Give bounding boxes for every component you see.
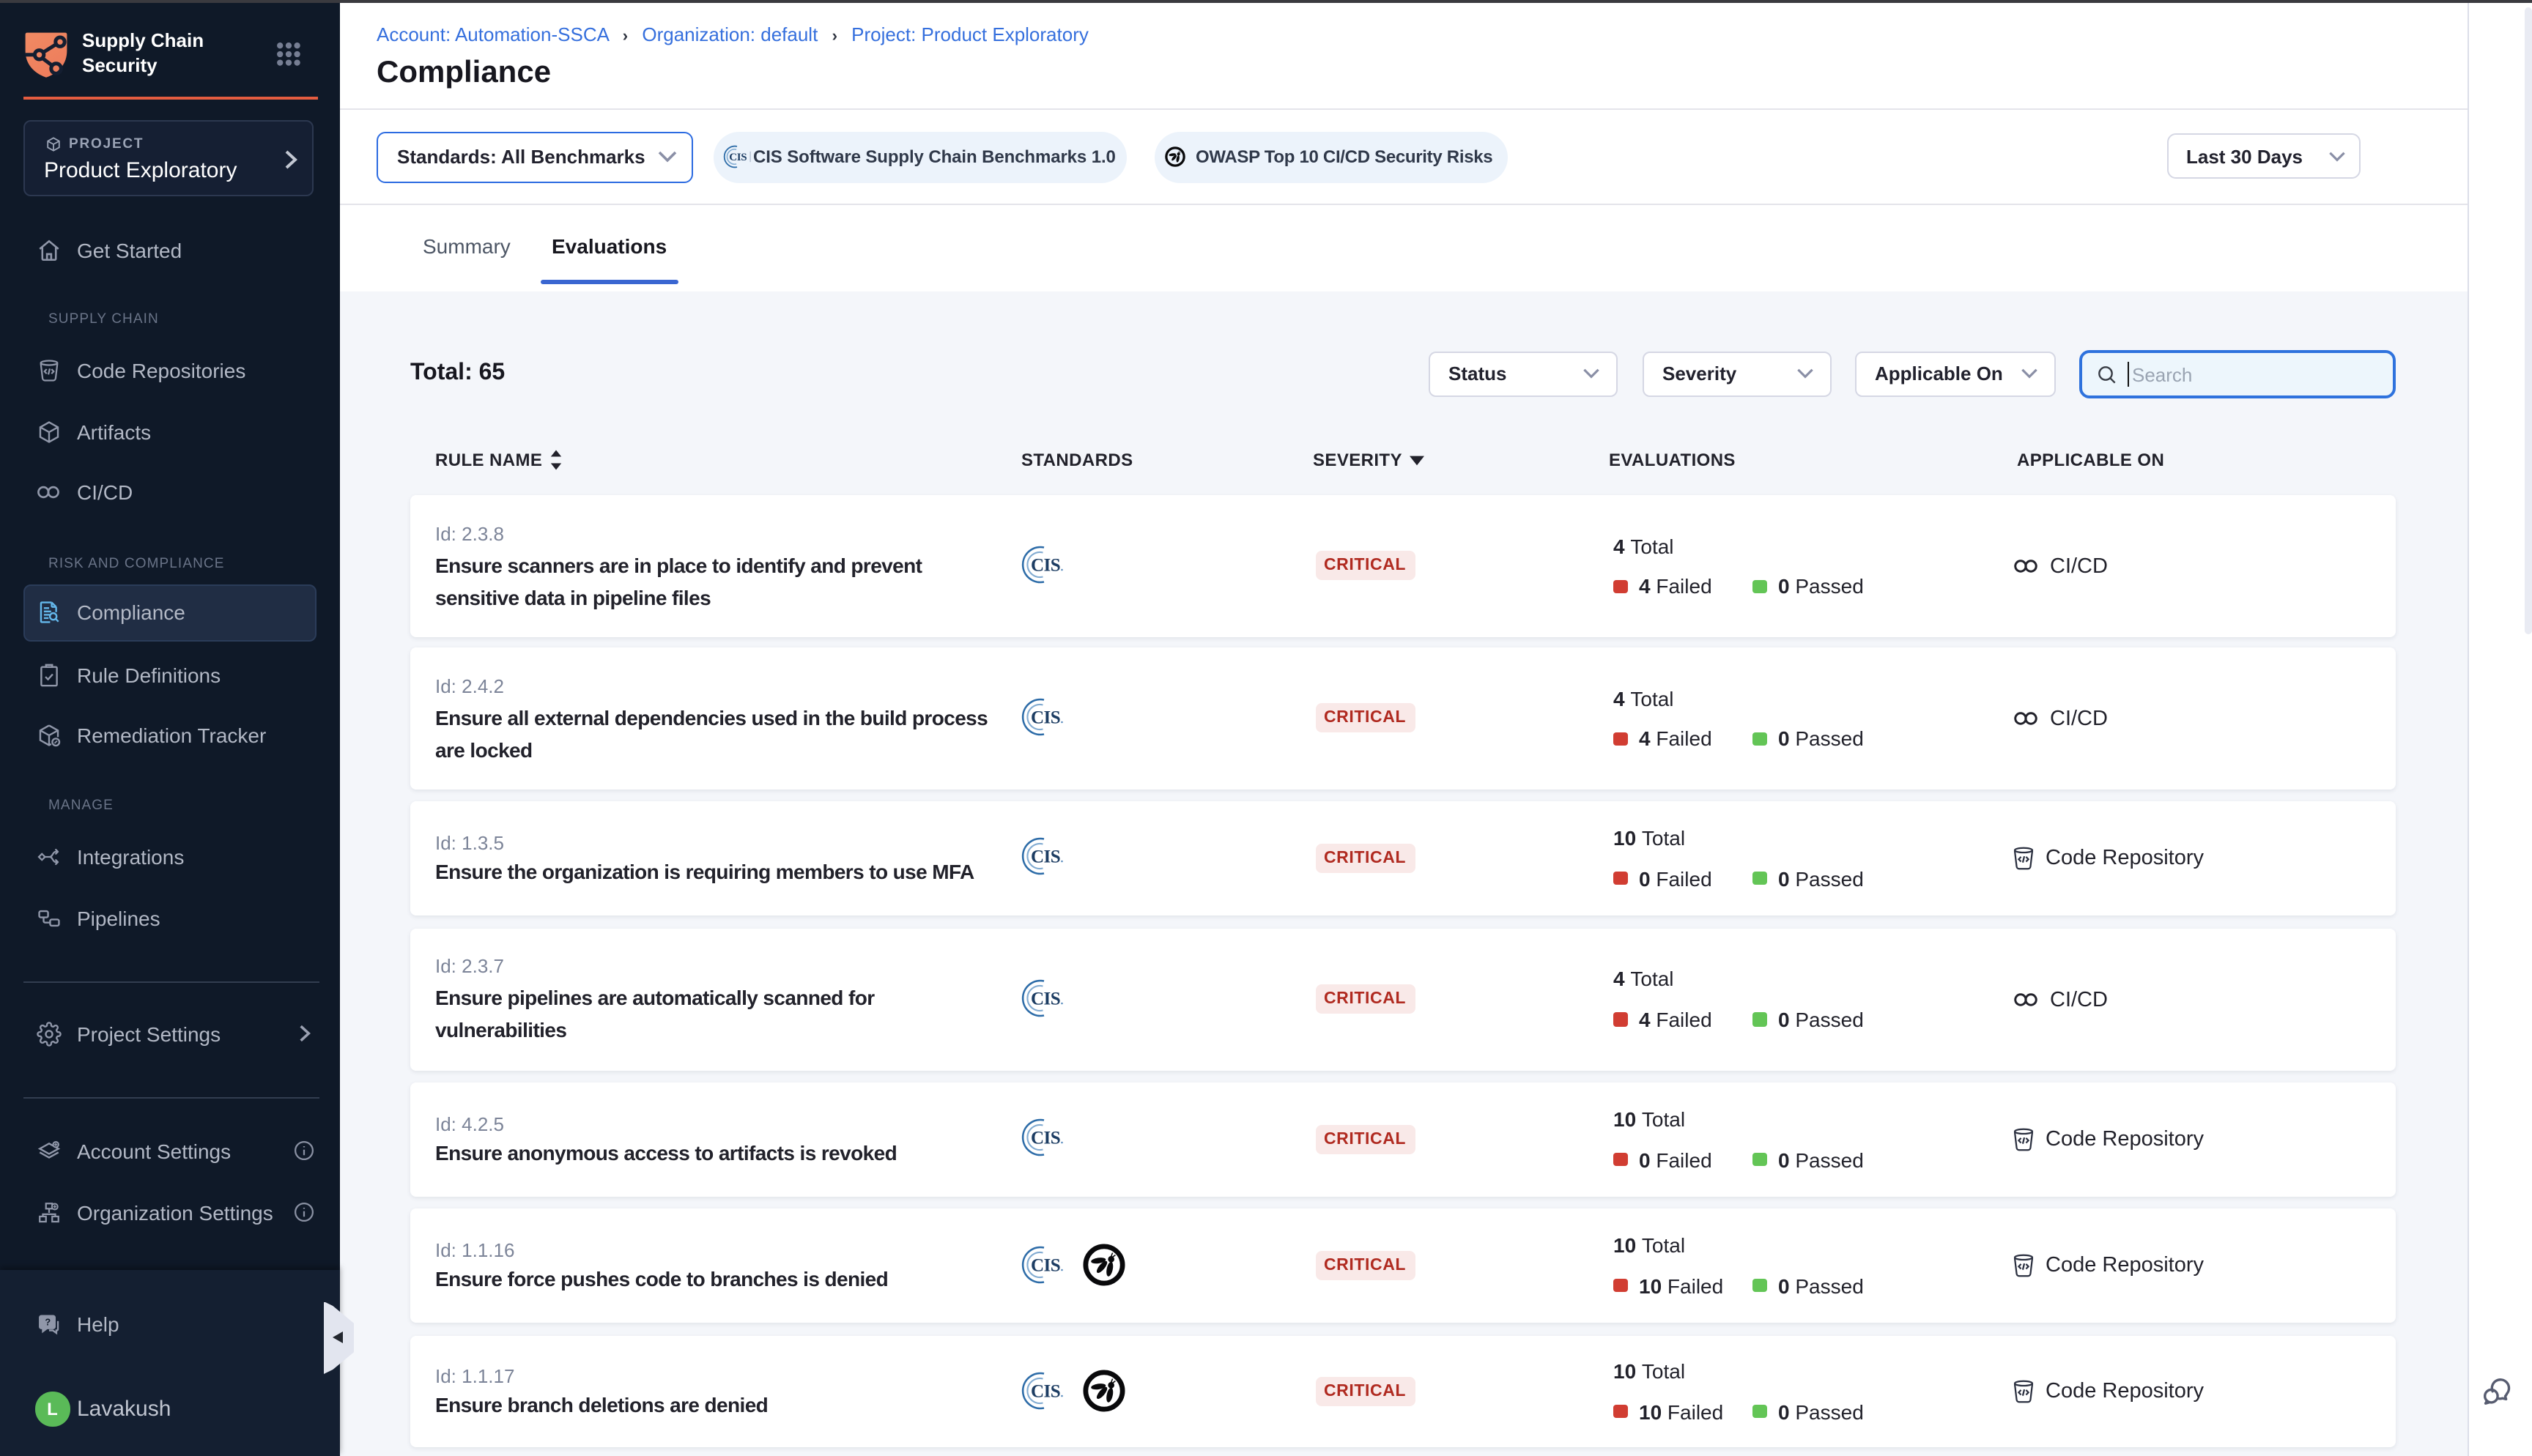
svg-text:CIS: CIS xyxy=(1030,1382,1059,1402)
svg-text:CIS: CIS xyxy=(1030,1256,1059,1276)
svg-text:CIS: CIS xyxy=(1030,989,1059,1009)
svg-text:CIS: CIS xyxy=(1030,847,1059,867)
svg-text:CIS: CIS xyxy=(1030,555,1059,575)
svg-text:?: ? xyxy=(45,1316,51,1327)
svg-text:CIS: CIS xyxy=(729,152,747,164)
svg-text:CIS: CIS xyxy=(1030,707,1059,727)
svg-text:CIS: CIS xyxy=(1030,1129,1059,1148)
